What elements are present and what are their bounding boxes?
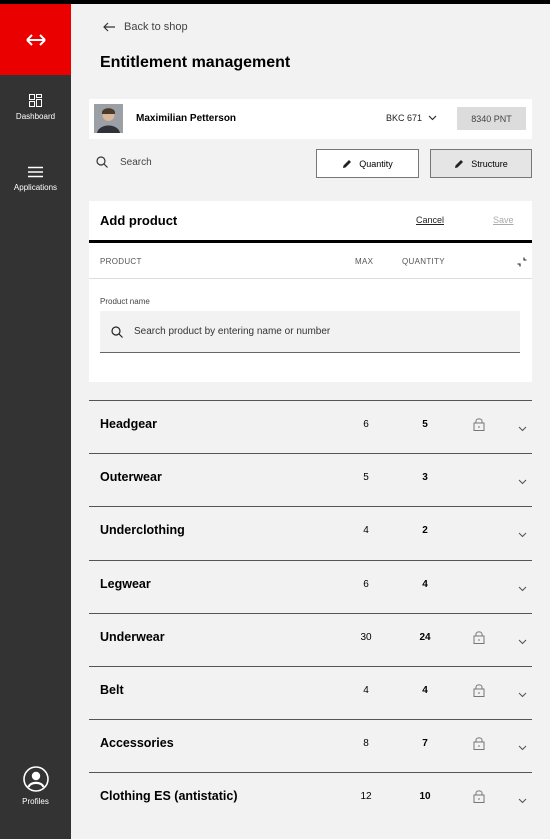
account-select[interactable]: BKC 671 <box>386 113 437 123</box>
row-product-name: Belt <box>100 683 124 697</box>
search-placeholder: Search <box>120 156 152 168</box>
product-name-label: Product name <box>100 297 150 306</box>
pencil-icon <box>455 159 464 168</box>
table-row[interactable]: Belt 4 4 <box>89 666 532 718</box>
lock-icon <box>473 789 485 808</box>
row-product-name: Underwear <box>100 629 165 644</box>
chevron-down-icon[interactable] <box>518 419 527 437</box>
row-quantity[interactable]: 4 <box>410 685 440 696</box>
lock-icon <box>473 683 485 702</box>
sidebar: Dashboard Applications Profiles <box>0 4 71 839</box>
page-title: Entitlement management <box>100 54 291 71</box>
avatar <box>94 104 123 133</box>
lock-icon <box>473 736 485 755</box>
table-row[interactable]: Legwear 6 4 <box>89 559 532 612</box>
sidebar-item-profiles[interactable]: Profiles <box>0 766 71 806</box>
menu-icon <box>28 166 43 178</box>
row-product-name: Clothing ES (antistatic) <box>100 789 238 804</box>
row-product-name: Accessories <box>100 736 174 751</box>
table-row[interactable]: Underclothing 4 2 <box>89 506 532 558</box>
row-max: 8 <box>363 738 369 750</box>
row-quantity[interactable]: 4 <box>410 579 440 590</box>
lock-icon <box>473 630 485 649</box>
divider <box>89 240 532 243</box>
row-product-name: Headgear <box>100 417 157 431</box>
row-quantity[interactable]: 5 <box>410 419 440 430</box>
sidebar-item-label: Dashboard <box>15 112 56 121</box>
structure-button-label: Structure <box>471 158 508 169</box>
quantity-button[interactable]: Quantity <box>316 149 419 178</box>
sbb-double-arrow-icon <box>25 33 46 46</box>
main-content: Back to shop Entitlement management Maxi… <box>71 4 550 839</box>
row-quantity[interactable]: 2 <box>410 525 440 536</box>
chevron-down-icon[interactable] <box>518 685 527 703</box>
table-row[interactable]: Underwear 30 24 <box>89 612 532 665</box>
points-badge: 8340 PNT <box>457 107 526 130</box>
cancel-button[interactable]: Cancel <box>416 215 444 225</box>
arrow-left-icon <box>103 22 115 32</box>
user-bar: Maximilian Petterson BKC 671 8340 PNT <box>89 99 532 139</box>
sidebar-item-applications[interactable]: Applications <box>0 166 71 192</box>
table-row[interactable]: Outerwear 5 3 <box>89 453 532 505</box>
divider <box>89 278 532 279</box>
chevron-down-icon[interactable] <box>518 791 527 809</box>
product-search-placeholder: Search product by entering name or numbe… <box>134 326 331 337</box>
search-icon <box>96 156 108 168</box>
column-header-max: MAX <box>355 257 374 266</box>
search-icon <box>111 325 123 338</box>
add-product-panel: Add product Cancel Save PRODUCT MAX QUAN… <box>89 201 532 382</box>
chevron-down-icon[interactable] <box>518 472 527 490</box>
back-link[interactable]: Back to shop <box>103 21 188 33</box>
row-product-name: Legwear <box>100 576 151 591</box>
quantity-button-label: Quantity <box>359 158 393 169</box>
back-label: Back to shop <box>124 21 188 33</box>
row-max: 6 <box>363 578 369 590</box>
sidebar-item-dashboard[interactable]: Dashboard <box>0 94 71 121</box>
chevron-down-icon <box>428 115 437 121</box>
dashboard-icon <box>29 94 42 107</box>
row-quantity[interactable]: 10 <box>410 791 440 802</box>
chevron-down-icon[interactable] <box>518 738 527 756</box>
logo[interactable] <box>0 4 71 75</box>
chevron-down-icon[interactable] <box>518 632 527 650</box>
sidebar-item-label: Applications <box>13 183 58 192</box>
add-product-title: Add product <box>100 213 178 228</box>
row-quantity[interactable]: 3 <box>410 472 440 483</box>
table-row[interactable]: Accessories 8 7 <box>89 719 532 771</box>
sidebar-item-label: Profiles <box>22 797 49 806</box>
row-max: 12 <box>360 791 372 803</box>
row-product-name: Underclothing <box>100 523 185 538</box>
table-row[interactable]: Clothing ES (antistatic) 12 10 <box>89 772 532 824</box>
chevron-down-icon[interactable] <box>518 525 527 543</box>
chevron-down-icon[interactable] <box>518 579 527 597</box>
lock-icon <box>473 417 485 436</box>
collapse-icon[interactable] <box>517 257 527 267</box>
row-max: 30 <box>360 631 372 643</box>
row-max: 5 <box>363 472 369 484</box>
row-max: 4 <box>363 525 369 537</box>
row-quantity[interactable]: 7 <box>410 738 440 749</box>
product-search-input[interactable]: Search product by entering name or numbe… <box>100 311 520 353</box>
column-header-product: PRODUCT <box>100 257 142 266</box>
row-max: 6 <box>363 419 369 430</box>
pencil-icon <box>343 159 352 168</box>
table-row[interactable]: Headgear 6 5 <box>89 400 532 452</box>
structure-button[interactable]: Structure <box>430 149 532 178</box>
profile-icon <box>22 766 49 792</box>
account-code: BKC 671 <box>386 113 423 123</box>
search-field[interactable]: Search <box>96 156 152 168</box>
row-product-name: Outerwear <box>100 470 162 485</box>
row-quantity[interactable]: 24 <box>410 632 440 643</box>
save-button[interactable]: Save <box>493 215 514 225</box>
user-name: Maximilian Petterson <box>136 113 237 124</box>
row-max: 4 <box>363 685 369 696</box>
column-header-quantity: QUANTITY <box>402 257 445 266</box>
